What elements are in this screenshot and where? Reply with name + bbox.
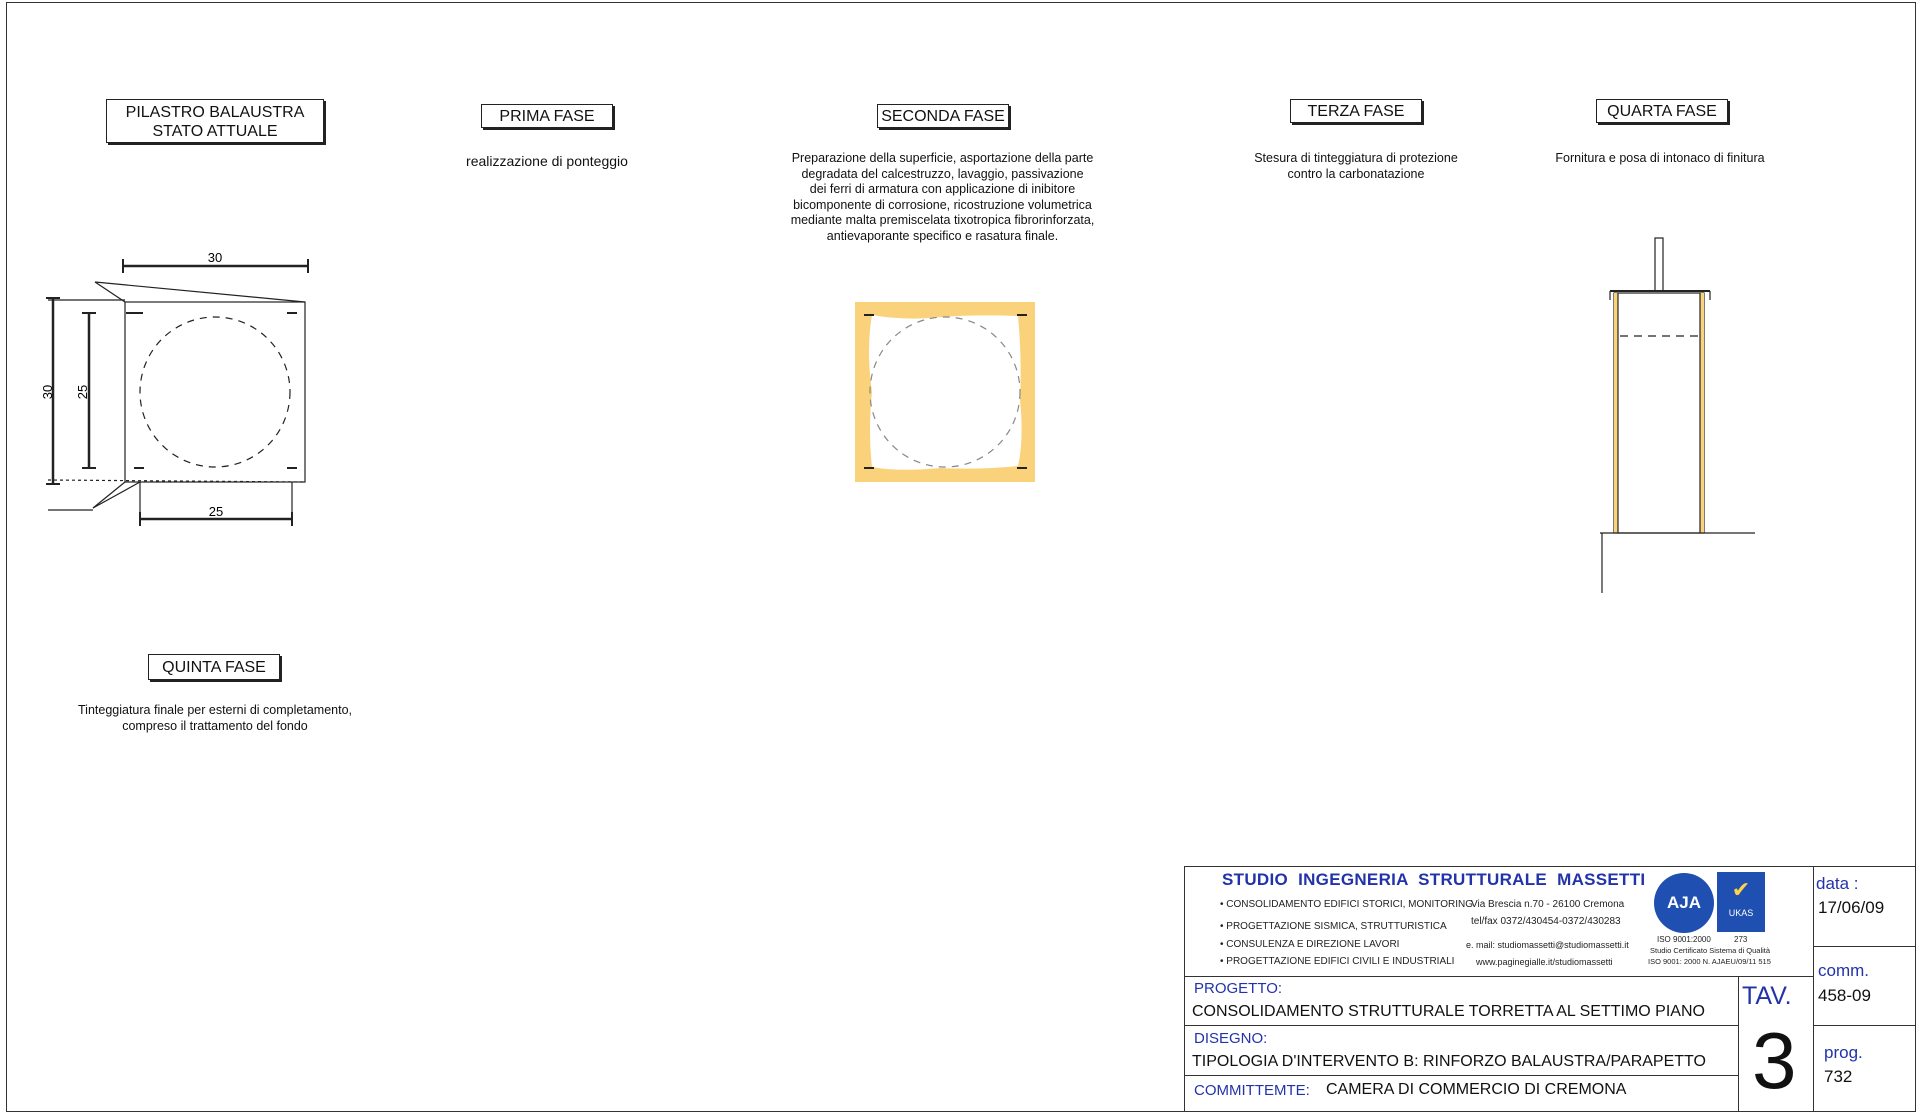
core-circle-dashed [139, 316, 291, 468]
pillar-section-repaired [855, 302, 1035, 482]
aja-logo: AJA [1654, 873, 1714, 933]
data-value: 17/06/09 [1818, 898, 1885, 917]
telfax: tel/fax 0372/430454-0372/430283 [1471, 916, 1621, 927]
service-2: • PROGETTAZIONE SISMICA, STRUTTURISTICA [1220, 921, 1447, 932]
dim-top: 30 [208, 250, 222, 265]
crown-check-icon: ✔ [1731, 877, 1751, 902]
comm-value: 458-09 [1818, 986, 1871, 1005]
comm-label: comm. [1818, 961, 1869, 980]
service-4: • PROGETTAZIONE EDIFICI CIVILI E INDUSTR… [1220, 956, 1455, 967]
progetto-label: PROGETTO: [1194, 980, 1283, 997]
ukas-logo-text: UKAS [1728, 908, 1754, 918]
email: e. mail: studiomassetti@studiomassetti.i… [1466, 940, 1629, 950]
sound-concrete-core [869, 315, 1022, 470]
service-3: • CONSULENZA E DIREZIONE LAVORI [1220, 939, 1400, 950]
progetto-value: CONSOLIDAMENTO STRUTTURALE TORRETTA AL S… [1192, 1003, 1705, 1020]
website: www.paginegialle.it/studiomassetti [1476, 957, 1613, 967]
dim-inner: 25 [75, 385, 90, 399]
committente-value: CAMERA DI COMMERCIO DI CREMONA [1326, 1081, 1627, 1098]
ukas-logo: ✔ UKAS [1717, 872, 1765, 932]
dim-bottom: 25 [209, 504, 223, 519]
cert-line-1: Studio Certificato Sistema di Qualità [1650, 946, 1771, 955]
pillar-outline [124, 301, 306, 483]
cert-line-2: ISO 9001: 2000 N. AJAEU/09/11 515 [1648, 957, 1771, 966]
address: Via Brescia n.70 - 26100 Cremona [1471, 899, 1625, 910]
prog-value: 732 [1824, 1067, 1853, 1086]
studio-name: STUDIO INGEGNERIA STRUTTURALE MASSETTI [1222, 870, 1646, 889]
dim-left: 30 [40, 385, 55, 399]
aja-logo-text: AJA [1666, 893, 1701, 912]
disegno-label: DISEGNO: [1194, 1030, 1268, 1047]
disegno-value: TIPOLOGIA D'INTERVENTO B: RINFORZO BALAU… [1192, 1053, 1706, 1070]
committente-label: COMMITTEMTE: [1194, 1082, 1310, 1099]
data-label: data : [1816, 874, 1859, 893]
railing-post [1654, 237, 1664, 292]
tav-label: TAV. [1742, 982, 1792, 1010]
iso-label: ISO 9001:2000 [1657, 935, 1711, 944]
tav-number: 3 [1752, 1016, 1797, 1105]
cert-number: 273 [1734, 935, 1748, 944]
prog-label: prog. [1824, 1043, 1863, 1062]
service-1: • CONSOLIDAMENTO EDIFICI STORICI, MONITO… [1220, 899, 1473, 910]
pillar-elevation [1600, 237, 1755, 593]
